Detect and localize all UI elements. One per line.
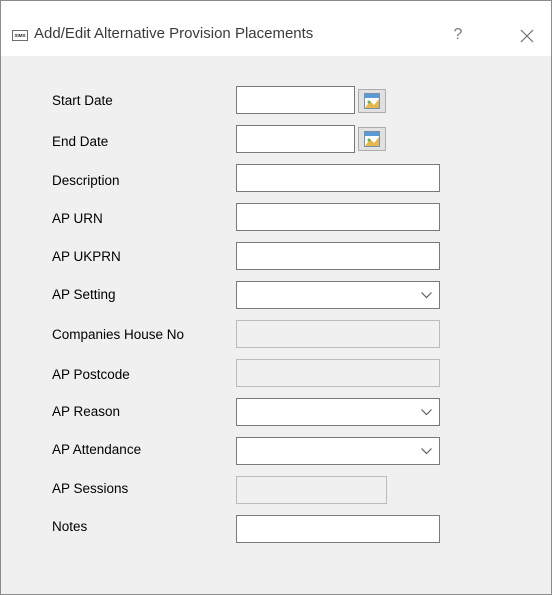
ap-sessions-label: AP Sessions bbox=[52, 481, 129, 496]
start-date-calendar-button[interactable] bbox=[358, 89, 386, 113]
ap-reason-label: AP Reason bbox=[52, 404, 121, 419]
chevron-down-icon bbox=[421, 409, 432, 416]
description-label: Description bbox=[52, 173, 120, 188]
close-button[interactable] bbox=[515, 24, 539, 48]
close-icon bbox=[520, 29, 534, 43]
title-bar: SIMS Add/Edit Alternative Provision Plac… bbox=[1, 1, 551, 56]
description-field[interactable] bbox=[236, 164, 440, 192]
companies-house-no-field bbox=[236, 320, 440, 348]
ap-placements-dialog: SIMS Add/Edit Alternative Provision Plac… bbox=[0, 0, 552, 595]
end-date-label: End Date bbox=[52, 134, 109, 149]
start-date-field[interactable] bbox=[236, 86, 355, 114]
start-date-label: Start Date bbox=[52, 93, 113, 108]
ap-setting-dropdown[interactable] bbox=[236, 281, 440, 309]
ap-reason-dropdown[interactable] bbox=[236, 398, 440, 426]
calendar-icon bbox=[364, 131, 380, 147]
help-button[interactable]: ? bbox=[444, 23, 472, 47]
chevron-down-icon bbox=[421, 448, 432, 455]
ap-attendance-label: AP Attendance bbox=[52, 442, 142, 457]
ap-ukprn-field[interactable] bbox=[236, 242, 440, 270]
companies-house-no-label: Companies House No bbox=[52, 327, 185, 342]
ap-attendance-dropdown[interactable] bbox=[236, 437, 440, 465]
notes-label: Notes bbox=[52, 519, 88, 534]
end-date-calendar-button[interactable] bbox=[358, 127, 386, 151]
ap-ukprn-label: AP UKPRN bbox=[52, 249, 121, 264]
end-date-field[interactable] bbox=[236, 125, 355, 153]
ap-sessions-field bbox=[236, 476, 387, 504]
ap-postcode-field bbox=[236, 359, 440, 387]
window-title: Add/Edit Alternative Provision Placement… bbox=[34, 25, 314, 42]
chevron-down-icon bbox=[421, 292, 432, 299]
ap-urn-field[interactable] bbox=[236, 203, 440, 231]
ap-setting-label: AP Setting bbox=[52, 287, 116, 302]
ap-urn-label: AP URN bbox=[52, 211, 103, 226]
ap-postcode-label: AP Postcode bbox=[52, 367, 130, 382]
calendar-icon bbox=[364, 93, 380, 109]
notes-field[interactable] bbox=[236, 515, 440, 543]
sims-app-icon: SIMS bbox=[12, 30, 28, 41]
